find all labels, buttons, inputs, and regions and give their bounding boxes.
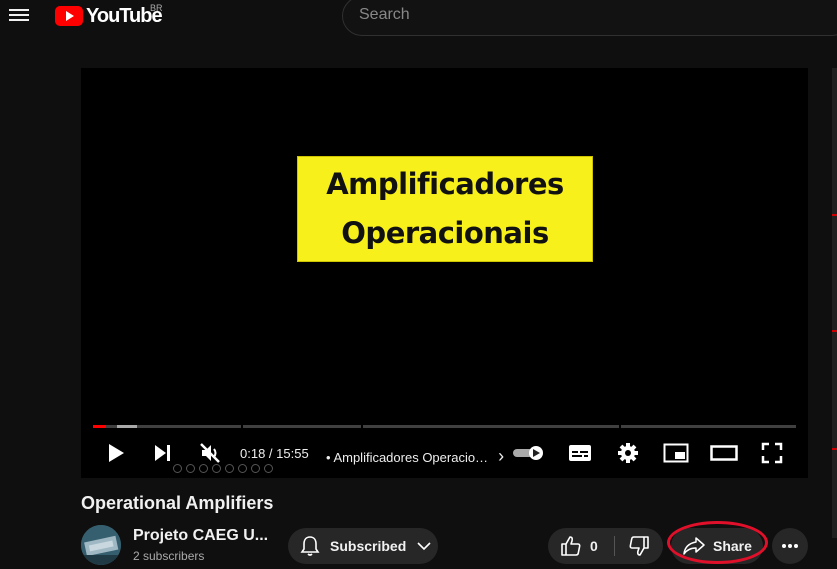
search-box[interactable] xyxy=(342,0,837,36)
chevron-down-icon xyxy=(417,542,431,551)
next-icon[interactable] xyxy=(149,436,175,470)
dislike-button[interactable] xyxy=(615,528,663,564)
youtube-logo[interactable]: YouTube xyxy=(55,4,163,28)
like-count: 0 xyxy=(590,538,598,554)
progress-buffered xyxy=(117,425,137,428)
chapter-title[interactable]: • Amplificadores Operacio… › xyxy=(326,446,504,467)
fullscreen-icon[interactable] xyxy=(757,436,787,470)
time-display: 0:18 / 15:55 xyxy=(240,446,309,461)
more-horizontal-icon[interactable] xyxy=(772,528,808,564)
progress-bar[interactable] xyxy=(93,425,796,428)
subscribed-button[interactable]: Subscribed xyxy=(288,528,438,564)
miniplayer-icon[interactable] xyxy=(661,436,691,470)
channel-avatar[interactable] xyxy=(81,525,121,565)
share-label: Share xyxy=(713,538,752,554)
video-title: Operational Amplifiers xyxy=(81,493,274,513)
recommendations-edge xyxy=(832,68,837,538)
bell-icon xyxy=(300,536,320,556)
play-icon[interactable] xyxy=(103,436,129,470)
settings-icon[interactable] xyxy=(614,436,642,470)
autoplay-toggle[interactable] xyxy=(511,436,547,470)
subscriber-count: 2 subscribers xyxy=(133,549,205,563)
country-code: BR xyxy=(150,3,163,13)
slide-line-2: Operacionais xyxy=(341,216,549,250)
share-button[interactable]: Share xyxy=(671,528,763,564)
video-slide: Amplificadores Operacionais xyxy=(297,156,593,262)
thumbs-up-icon xyxy=(561,536,581,556)
masthead: YouTube BR xyxy=(0,0,837,36)
subtitles-icon[interactable] xyxy=(566,436,594,470)
theater-icon[interactable] xyxy=(708,436,740,470)
slide-line-1: Amplificadores xyxy=(326,167,564,201)
hamburger-menu-icon[interactable] xyxy=(9,6,29,24)
chevron-right-icon: › xyxy=(498,446,505,466)
like-button[interactable]: 0 xyxy=(548,528,614,564)
share-arrow-icon xyxy=(683,537,705,555)
video-player[interactable]: Amplificadores Operacionais 0:18 / 15:55… xyxy=(81,68,808,478)
thumbs-down-icon xyxy=(629,536,649,556)
like-dislike-group: 0 xyxy=(548,528,663,564)
search-input[interactable] xyxy=(359,6,759,24)
youtube-play-logo-icon xyxy=(55,6,83,26)
subscribed-label: Subscribed xyxy=(330,538,407,554)
progress-played xyxy=(93,425,107,428)
chapter-title-text: • Amplificadores Operacio… xyxy=(326,450,489,465)
overlay-buttons xyxy=(173,464,273,473)
channel-name[interactable]: Projeto CAEG U... xyxy=(133,527,268,545)
